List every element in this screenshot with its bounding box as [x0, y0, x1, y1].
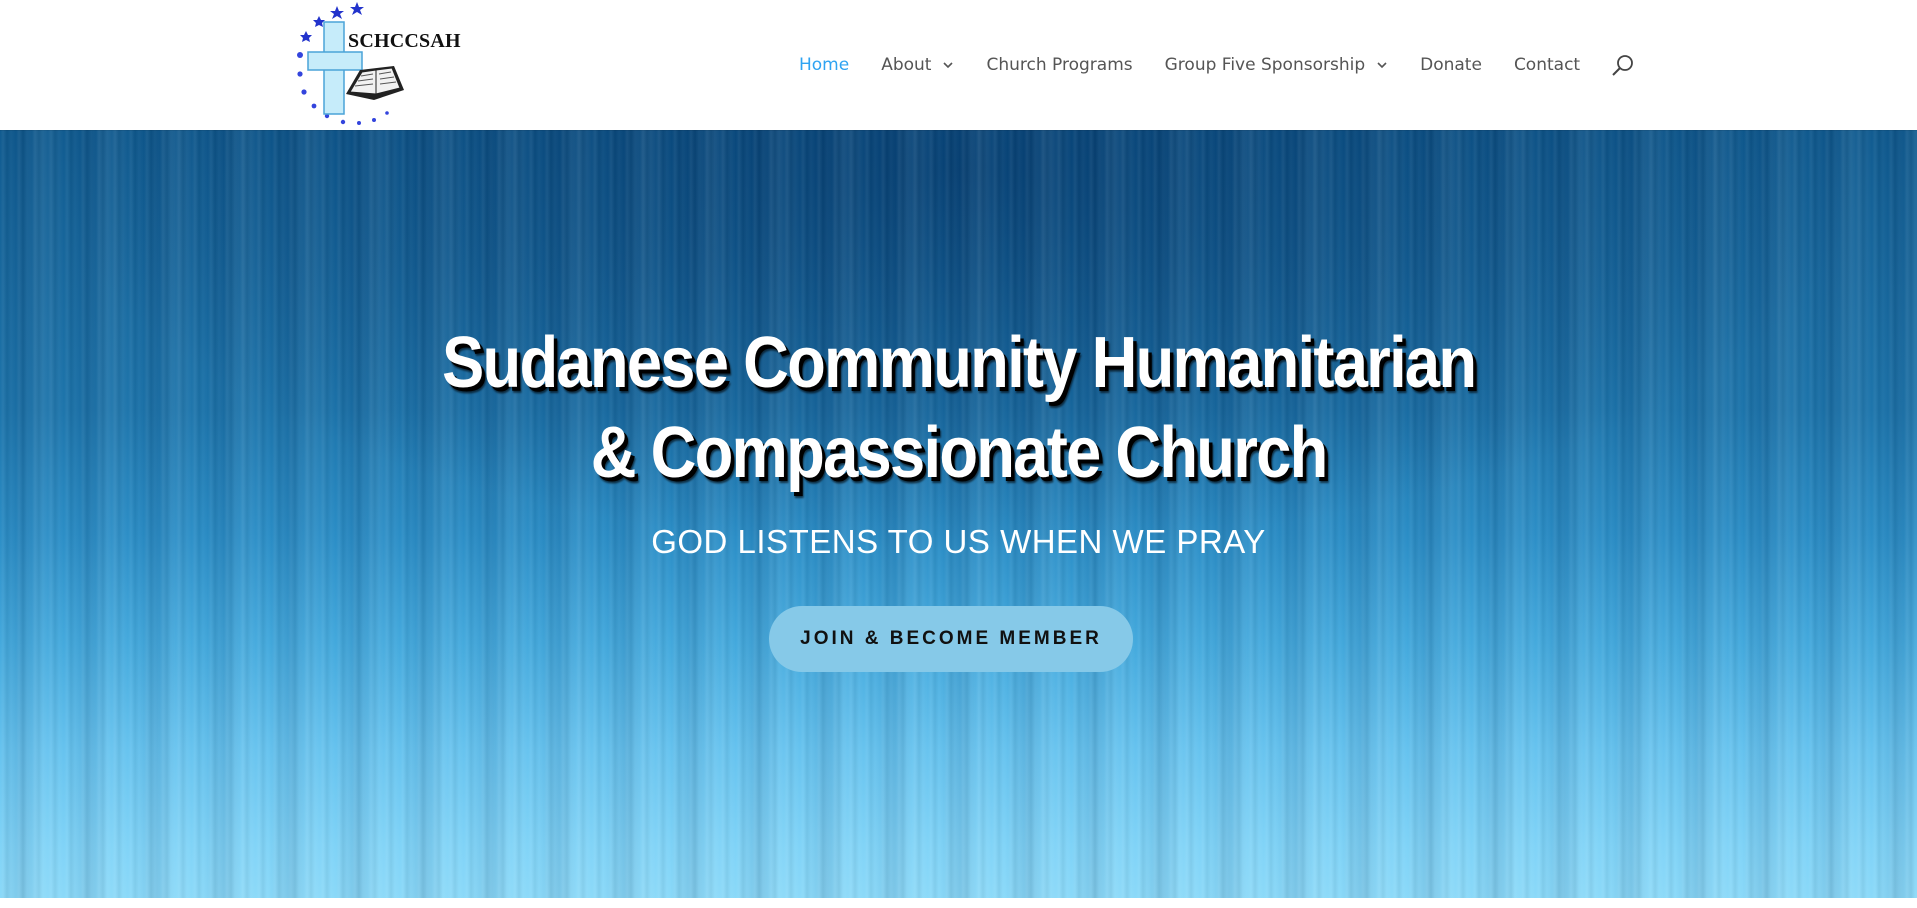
- join-member-button[interactable]: JOIN & BECOME MEMBER: [769, 606, 1133, 672]
- search-button[interactable]: [1610, 53, 1636, 79]
- hero-title: Sudanese Community Humanitarian & Compas…: [115, 318, 1802, 498]
- hero-section: Sudanese Community Humanitarian & Compas…: [0, 130, 1917, 908]
- hero-title-line-1: Sudanese Community Humanitarian: [442, 323, 1477, 403]
- nav-group-five-sponsorship-label: Group Five Sponsorship: [1164, 55, 1366, 75]
- nav-contact-label: Contact: [1513, 55, 1581, 75]
- site-logo[interactable]: SCHCCSAH: [290, 0, 461, 130]
- logo-text: SCHCCSAH: [348, 30, 461, 52]
- nav-group-five-sponsorship[interactable]: Group Five Sponsorship: [1165, 55, 1389, 75]
- nav-home-label: Home: [799, 55, 850, 75]
- nav-church-programs-label: Church Programs: [986, 55, 1133, 75]
- nav-donate[interactable]: Donate: [1420, 55, 1482, 75]
- site-header: SCHCCSAH Home About Church Programs Grou…: [0, 0, 1917, 130]
- nav-contact[interactable]: Contact: [1514, 55, 1580, 75]
- chevron-down-icon: [943, 62, 954, 69]
- nav-about[interactable]: About: [881, 55, 954, 75]
- logo-emblem: [297, 2, 404, 125]
- nav-home[interactable]: Home: [799, 55, 849, 75]
- search-icon: [1612, 55, 1633, 76]
- main-nav: Home About Church Programs Group Five Sp…: [799, 52, 1580, 78]
- nav-donate-label: Donate: [1420, 55, 1482, 75]
- hero-title-line-2: & Compassionate Church: [590, 413, 1329, 493]
- nav-church-programs[interactable]: Church Programs: [986, 55, 1132, 75]
- hero-subtitle: GOD LISTENS TO US WHEN WE PRAY: [651, 523, 1266, 560]
- nav-about-label: About: [881, 55, 932, 75]
- chevron-down-icon: [1377, 62, 1387, 69]
